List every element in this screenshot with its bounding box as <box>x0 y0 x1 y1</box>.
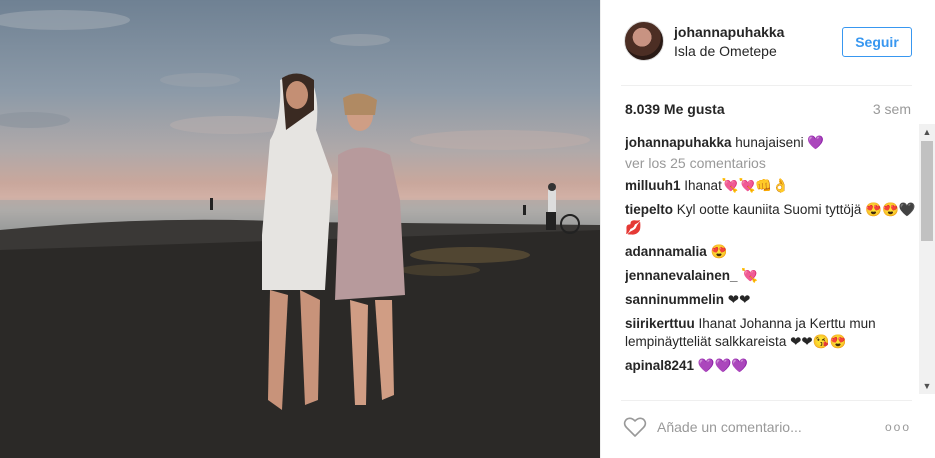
likes-count[interactable]: 8.039 Me gusta <box>625 101 725 117</box>
comment-username[interactable]: jennanevalainen_ <box>625 268 738 283</box>
more-options-icon[interactable]: ooo <box>885 415 915 439</box>
comment-text: 😍 <box>710 244 728 259</box>
comment: sanninummelin ❤❤ <box>625 291 917 309</box>
comment: milluuh1 Ihanat💘💘👊👌 <box>625 177 917 195</box>
avatar[interactable] <box>624 21 664 61</box>
location-link[interactable]: Isla de Ometepe <box>674 43 777 59</box>
comment: apinal8241 💜💜💜 <box>625 357 917 375</box>
add-comment-input[interactable] <box>657 415 857 439</box>
comment: jennanevalainen_ 💘 <box>625 267 917 285</box>
comment-text: Ihanat💘💘👊👌 <box>684 178 790 193</box>
comment-username[interactable]: tiepelto <box>625 202 673 217</box>
post-header: johannapuhakka Isla de Ometepe Seguir <box>601 0 935 86</box>
scroll-up-arrow-icon[interactable]: ▲ <box>919 124 935 140</box>
comment-text: 💘 <box>741 268 759 283</box>
view-all-comments-link[interactable]: ver los 25 comentarios <box>625 155 917 171</box>
post-side-panel: johannapuhakka Isla de Ometepe Seguir 8.… <box>600 0 935 458</box>
comment-username[interactable]: milluuh1 <box>625 178 681 193</box>
comments-list: johannapuhakka hunajaiseni 💜 ver los 25 … <box>625 134 917 392</box>
comment-text: 💜💜💜 <box>697 358 749 373</box>
scroll-thumb[interactable] <box>921 141 933 241</box>
comments-scrollbar[interactable]: ▲ ▼ <box>919 124 935 394</box>
comment-text: ❤❤ <box>727 292 751 307</box>
comment: siirikerttuu Ihanat Johanna ja Kerttu mu… <box>625 315 917 351</box>
author-username[interactable]: johannapuhakka <box>674 24 784 40</box>
comment-username[interactable]: adannamalia <box>625 244 707 259</box>
comment-footer: ooo <box>601 401 935 458</box>
divider <box>621 85 912 86</box>
comment: tiepelto Kyl ootte kauniita Suomi tyttöj… <box>625 201 917 237</box>
scroll-down-arrow-icon[interactable]: ▼ <box>919 378 935 394</box>
comment-username[interactable]: johannapuhakka <box>625 135 732 150</box>
photo-scene <box>0 10 600 458</box>
comment: adannamalia 😍 <box>625 243 917 261</box>
follow-button[interactable]: Seguir <box>842 27 912 57</box>
caption: johannapuhakka hunajaiseni 💜 <box>625 134 917 152</box>
heart-icon[interactable] <box>623 415 647 439</box>
comment-username[interactable]: siirikerttuu <box>625 316 695 331</box>
comment-username[interactable]: sanninummelin <box>625 292 724 307</box>
comment-username[interactable]: apinal8241 <box>625 358 694 373</box>
comment-text: hunajaiseni 💜 <box>735 135 825 150</box>
post-time[interactable]: 3 sem <box>873 101 911 117</box>
post-photo[interactable] <box>0 0 600 458</box>
